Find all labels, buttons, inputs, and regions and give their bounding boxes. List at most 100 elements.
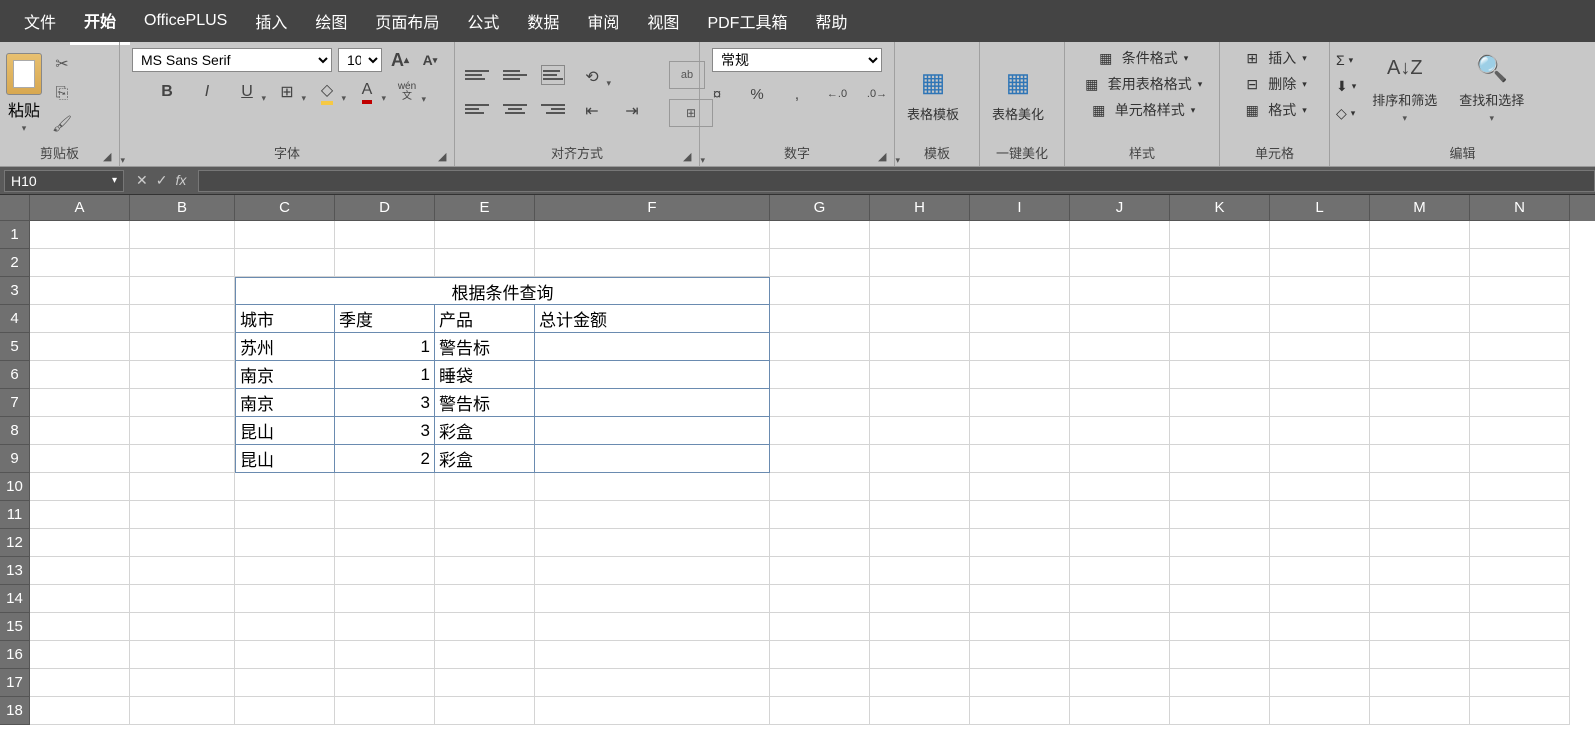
table-format-button[interactable]: ▦套用表格格式 ▾ — [1082, 74, 1203, 94]
cell[interactable] — [870, 501, 970, 529]
align-bottom-button[interactable] — [541, 65, 565, 85]
row-header[interactable]: 8 — [0, 417, 30, 445]
cell[interactable] — [1370, 333, 1470, 361]
cell[interactable] — [970, 361, 1070, 389]
row-header[interactable]: 13 — [0, 557, 30, 585]
formula-input[interactable] — [198, 170, 1595, 192]
cell[interactable] — [1470, 529, 1570, 557]
align-left-button[interactable] — [465, 99, 489, 119]
cell[interactable] — [235, 669, 335, 697]
cell[interactable] — [970, 473, 1070, 501]
cell[interactable] — [1070, 445, 1170, 473]
cell[interactable] — [130, 641, 235, 669]
cell[interactable]: 3 — [335, 417, 435, 445]
cell[interactable] — [1070, 249, 1170, 277]
cell[interactable] — [30, 417, 130, 445]
cell[interactable] — [1070, 501, 1170, 529]
column-header[interactable]: B — [130, 195, 235, 221]
table-template-button[interactable]: ▦ 表格模板 — [901, 60, 965, 127]
cell[interactable] — [1470, 305, 1570, 333]
cell[interactable] — [1170, 305, 1270, 333]
cell[interactable] — [1470, 389, 1570, 417]
cell[interactable] — [1370, 697, 1470, 725]
cell[interactable] — [1370, 445, 1470, 473]
cell[interactable] — [335, 697, 435, 725]
cell[interactable] — [535, 557, 770, 585]
format-button[interactable]: ▦格式 ▾ — [1242, 100, 1307, 120]
copy-icon[interactable]: ⎘ — [50, 83, 74, 105]
column-header[interactable]: K — [1170, 195, 1270, 221]
cell[interactable]: 1 — [335, 361, 435, 389]
cell[interactable] — [30, 445, 130, 473]
cell[interactable] — [1270, 305, 1370, 333]
cell[interactable] — [335, 613, 435, 641]
cell[interactable] — [1070, 557, 1170, 585]
cell[interactable] — [870, 361, 970, 389]
cell[interactable] — [870, 585, 970, 613]
cell[interactable] — [435, 697, 535, 725]
cell[interactable] — [970, 445, 1070, 473]
cell[interactable] — [970, 277, 1070, 305]
cell[interactable] — [1370, 389, 1470, 417]
cell[interactable] — [1470, 613, 1570, 641]
cell[interactable] — [535, 221, 770, 249]
row-header[interactable]: 1 — [0, 221, 30, 249]
cell[interactable] — [970, 221, 1070, 249]
column-header[interactable]: I — [970, 195, 1070, 221]
cell[interactable] — [1270, 501, 1370, 529]
cell[interactable] — [870, 221, 970, 249]
cell[interactable] — [1070, 585, 1170, 613]
row-header[interactable]: 5 — [0, 333, 30, 361]
autosum-button[interactable]: Σ ▾ — [1336, 52, 1356, 68]
column-header[interactable]: J — [1070, 195, 1170, 221]
cell[interactable]: 季度 — [335, 305, 435, 333]
fx-icon[interactable]: fx — [175, 172, 186, 189]
number-format-select[interactable]: 常规 — [712, 48, 882, 72]
percent-button[interactable]: % — [744, 82, 770, 106]
cell[interactable] — [770, 417, 870, 445]
cell[interactable] — [770, 501, 870, 529]
conditional-format-button[interactable]: ▦条件格式 ▾ — [1096, 48, 1189, 68]
cell[interactable] — [1370, 221, 1470, 249]
cell[interactable] — [235, 585, 335, 613]
column-header[interactable]: L — [1270, 195, 1370, 221]
menu-tab[interactable]: 插入 — [241, 0, 301, 43]
cell[interactable] — [1170, 501, 1270, 529]
cell[interactable] — [235, 221, 335, 249]
cell[interactable] — [1270, 333, 1370, 361]
cell[interactable] — [1270, 417, 1370, 445]
cell[interactable] — [1070, 697, 1170, 725]
delete-button[interactable]: ⊟删除 ▾ — [1242, 74, 1307, 94]
cell[interactable] — [335, 585, 435, 613]
cell[interactable] — [535, 501, 770, 529]
column-header[interactable]: F — [535, 195, 770, 221]
cell[interactable] — [1270, 389, 1370, 417]
menu-tab[interactable]: 审阅 — [573, 0, 633, 43]
cell[interactable] — [970, 389, 1070, 417]
cell[interactable] — [770, 669, 870, 697]
cell[interactable] — [1270, 249, 1370, 277]
enter-icon[interactable]: ✓ — [156, 172, 168, 189]
cell[interactable]: 1 — [335, 333, 435, 361]
cell[interactable]: 总计金额 — [535, 305, 770, 333]
cell[interactable] — [870, 613, 970, 641]
cell[interactable] — [1370, 277, 1470, 305]
cell[interactable] — [1470, 417, 1570, 445]
cell[interactable] — [1170, 641, 1270, 669]
cell[interactable] — [1170, 333, 1270, 361]
row-header[interactable]: 3 — [0, 277, 30, 305]
cell[interactable] — [1270, 669, 1370, 697]
cell[interactable] — [1170, 417, 1270, 445]
cell[interactable] — [970, 529, 1070, 557]
cell[interactable] — [1470, 697, 1570, 725]
menu-tab[interactable]: 帮助 — [801, 0, 861, 43]
cell[interactable] — [870, 669, 970, 697]
cell[interactable] — [1270, 221, 1370, 249]
indent-increase-button[interactable]: ⇥ — [619, 99, 645, 123]
row-header[interactable]: 9 — [0, 445, 30, 473]
cell[interactable] — [870, 389, 970, 417]
font-name-select[interactable]: MS Sans Serif — [132, 48, 332, 72]
cell[interactable] — [235, 697, 335, 725]
cell[interactable] — [335, 473, 435, 501]
cell[interactable] — [870, 333, 970, 361]
